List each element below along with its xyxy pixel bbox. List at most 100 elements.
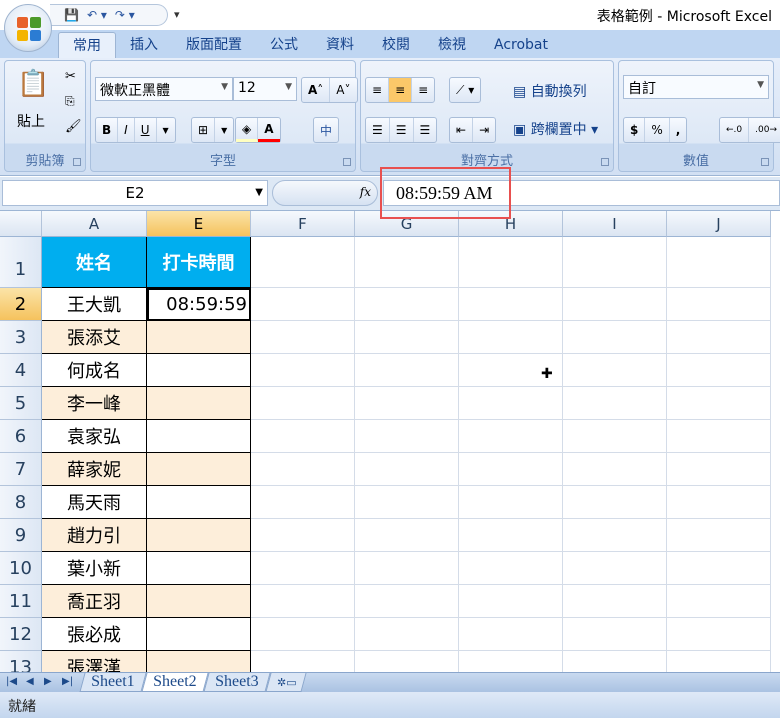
merge-center-button[interactable]: ▣ 跨欄置中 ▾ (513, 119, 598, 139)
cell[interactable] (459, 486, 563, 519)
name-cell[interactable]: 趙力引 (42, 519, 147, 552)
cell[interactable] (251, 237, 355, 288)
font-name-select[interactable]: 微軟正黑體 ▼ (95, 77, 233, 101)
name-cell[interactable]: 葉小新 (42, 552, 147, 585)
cell[interactable] (355, 237, 459, 288)
undo-icon[interactable]: ↶ ▾ (87, 8, 107, 22)
cell[interactable] (251, 618, 355, 651)
next-sheet-icon[interactable]: ▶ (44, 676, 52, 687)
tab-review[interactable]: 校閱 (368, 32, 424, 58)
underline-button[interactable]: U (135, 118, 157, 142)
name-cell[interactable]: 張澤漢 (42, 651, 147, 672)
cell[interactable] (667, 420, 771, 453)
name-cell[interactable]: 薛家妮 (42, 453, 147, 486)
cell[interactable] (563, 453, 667, 486)
tab-page-layout[interactable]: 版面配置 (172, 32, 256, 58)
name-cell[interactable]: 張必成 (42, 618, 147, 651)
cell[interactable] (563, 288, 667, 321)
prev-sheet-icon[interactable]: ◀ (26, 676, 34, 687)
column-header-J[interactable]: J (667, 211, 771, 237)
orientation-button[interactable]: ⟋ ▾ (449, 77, 482, 103)
cell[interactable] (355, 552, 459, 585)
time-cell[interactable] (147, 519, 251, 552)
time-cell[interactable]: 08:59:59 (147, 288, 251, 321)
sheet-tab-2[interactable]: Sheet2 (141, 673, 209, 692)
cell[interactable] (355, 321, 459, 354)
customize-icon[interactable]: ▾ (174, 8, 180, 21)
cell[interactable] (459, 288, 563, 321)
redo-icon[interactable]: ↷ ▾ (115, 8, 135, 22)
font-size-select[interactable]: 12 ▼ (233, 77, 297, 101)
cell[interactable] (355, 486, 459, 519)
font-color-button[interactable]: A (258, 118, 280, 142)
currency-button[interactable]: $ (624, 118, 646, 142)
row-header-1[interactable]: 1 (0, 237, 42, 288)
align-top-icon[interactable]: ≡ (366, 78, 390, 102)
align-middle-icon[interactable]: ≡ (389, 78, 413, 102)
table-header[interactable]: 打卡時間 (147, 237, 251, 288)
time-cell[interactable] (147, 651, 251, 672)
time-cell[interactable] (147, 552, 251, 585)
italic-button[interactable]: I (118, 118, 135, 142)
cell[interactable] (355, 585, 459, 618)
cell[interactable] (459, 585, 563, 618)
cell[interactable] (459, 420, 563, 453)
cell[interactable] (355, 288, 459, 321)
first-sheet-icon[interactable]: |◀ (6, 676, 17, 687)
column-header-A[interactable]: A (42, 211, 147, 237)
tab-insert[interactable]: 插入 (116, 32, 172, 58)
row-header-6[interactable]: 6 (0, 420, 42, 453)
name-cell[interactable]: 何成名 (42, 354, 147, 387)
align-center-icon[interactable]: ☰ (390, 118, 414, 142)
increase-indent-icon[interactable]: ⇥ (473, 118, 495, 142)
cell[interactable] (667, 237, 771, 288)
row-header-10[interactable]: 10 (0, 552, 42, 585)
cell[interactable] (667, 552, 771, 585)
cut-icon[interactable]: ✂ (65, 69, 76, 84)
name-cell[interactable]: 李一峰 (42, 387, 147, 420)
table-header[interactable]: 姓名 (42, 237, 147, 288)
cell[interactable] (667, 519, 771, 552)
cell[interactable] (251, 519, 355, 552)
sheet-tab-1[interactable]: Sheet1 (79, 673, 147, 692)
cell[interactable] (355, 519, 459, 552)
row-header-2[interactable]: 2 (0, 288, 42, 321)
cell[interactable] (251, 552, 355, 585)
cell[interactable] (355, 354, 459, 387)
name-cell[interactable]: 張添艾 (42, 321, 147, 354)
cell[interactable] (251, 420, 355, 453)
dialog-launcher-icon[interactable] (343, 158, 351, 166)
cell[interactable] (459, 237, 563, 288)
row-header-8[interactable]: 8 (0, 486, 42, 519)
cell[interactable] (355, 387, 459, 420)
increase-decimal-icon[interactable]: ←.0 (720, 118, 750, 142)
cell[interactable] (563, 354, 667, 387)
cell[interactable] (563, 651, 667, 672)
time-cell[interactable] (147, 486, 251, 519)
cell[interactable] (251, 453, 355, 486)
cell[interactable] (251, 288, 355, 321)
tab-formulas[interactable]: 公式 (256, 32, 312, 58)
cell[interactable] (563, 387, 667, 420)
worksheet-grid[interactable]: A E F G H I J 1 姓名 打卡時間 2 王大凱 08:59:59 3 張添艾 4 何成名 5 李一峰 6 袁… (0, 211, 780, 672)
cell[interactable] (251, 585, 355, 618)
cell[interactable] (667, 321, 771, 354)
tab-acrobat[interactable]: Acrobat (480, 32, 562, 58)
cell[interactable] (355, 453, 459, 486)
cell[interactable] (563, 618, 667, 651)
comma-button[interactable]: , (670, 118, 687, 142)
row-header-9[interactable]: 9 (0, 519, 42, 552)
paste-button[interactable]: 貼上 (17, 111, 45, 131)
tab-data[interactable]: 資料 (312, 32, 368, 58)
row-header-13[interactable]: 13 (0, 651, 42, 672)
cell[interactable] (667, 651, 771, 672)
cell[interactable] (667, 618, 771, 651)
time-cell[interactable] (147, 453, 251, 486)
copy-icon[interactable]: ⎘ (65, 94, 75, 109)
office-button[interactable] (4, 4, 52, 52)
cell[interactable] (459, 618, 563, 651)
name-box[interactable]: E2 ▼ (2, 180, 268, 206)
dialog-launcher-icon[interactable] (761, 158, 769, 166)
shrink-font-icon[interactable]: A˅ (330, 78, 356, 102)
cell[interactable] (563, 420, 667, 453)
